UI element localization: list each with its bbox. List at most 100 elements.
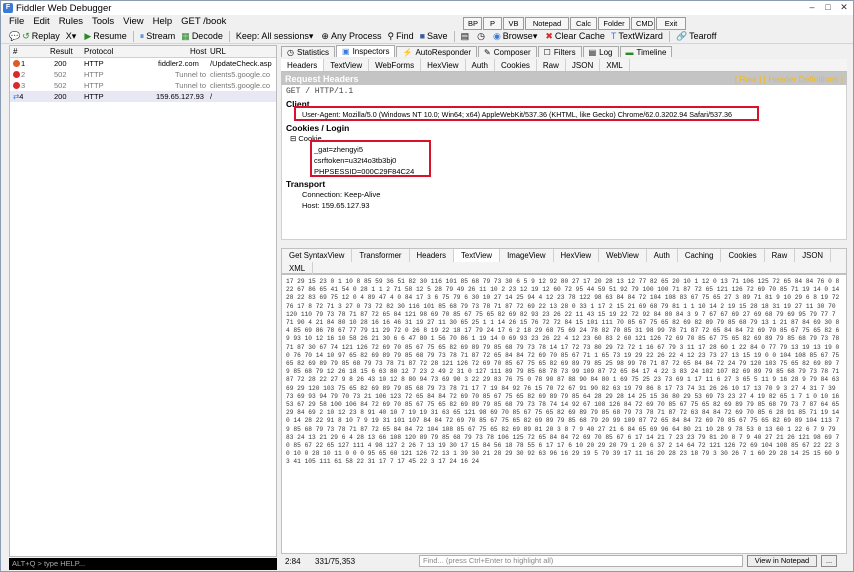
req-tab-json[interactable]: JSON: [566, 59, 601, 71]
col-number[interactable]: #: [13, 47, 17, 56]
menu-rules[interactable]: Rules: [59, 16, 83, 27]
any-process-button[interactable]: ⊕ Any Process: [321, 31, 381, 42]
resp-tab-raw[interactable]: Raw: [765, 249, 796, 262]
req-tab-cookies[interactable]: Cookies: [495, 59, 537, 71]
session-row[interactable]: 3 502 HTTP Tunnel to clients5.google.co: [10, 80, 276, 91]
textwizard-button[interactable]: T TextWizard: [611, 31, 663, 41]
menu-tools[interactable]: Tools: [92, 16, 114, 27]
view-in-notepad-button[interactable]: View in Notepad: [747, 555, 817, 567]
resp-tab-transformer[interactable]: Transformer: [352, 249, 410, 262]
section-transport: Transport: [286, 179, 326, 189]
response-tabs: Get SyntaxView Transformer Headers TextV…: [281, 248, 847, 275]
stream-label: Stream: [146, 31, 176, 41]
response-text-body[interactable]: 17 29 15 23 0 1 10 8 85 59 36 51 82 30 1…: [281, 274, 847, 554]
checkbox-icon: ☐: [543, 47, 551, 57]
resp-tab-webview[interactable]: WebView: [599, 249, 647, 262]
resp-tab-json[interactable]: JSON: [795, 249, 832, 262]
menu-file[interactable]: File: [9, 16, 24, 27]
req-tab-textview[interactable]: TextView: [324, 59, 370, 71]
request-headers-title: Request Headers: [285, 73, 359, 84]
inspector-pane: ◷ Statistics ▣ Inspectors ⚡ AutoResponder ✎…: [281, 45, 847, 570]
keep-sessions-dropdown[interactable]: Keep: All sessions ▾: [236, 31, 316, 42]
maximize-icon[interactable]: □: [821, 2, 835, 13]
req-tab-xml[interactable]: XML: [600, 59, 630, 71]
text-icon: T: [610, 31, 617, 41]
tab-log[interactable]: ▤ Log: [582, 46, 619, 57]
tab-statistics[interactable]: ◷ Statistics: [281, 46, 335, 57]
menu-get-book[interactable]: GET /book: [181, 16, 226, 27]
tab-label: Log: [599, 47, 613, 57]
inspector-tabs: ◷ Statistics ▣ Inspectors ⚡ AutoResponder ✎…: [281, 45, 847, 57]
minimize-icon[interactable]: –: [805, 2, 819, 13]
stream-button[interactable]: ⏸ Stream: [140, 31, 176, 42]
session-row[interactable]: 1 200 HTTP fiddler2.com /UpdateCheck.asp: [10, 58, 276, 69]
find-button[interactable]: ⚲ Find: [388, 31, 414, 42]
log-icon: ▤: [588, 47, 597, 57]
timer-button[interactable]: ◷: [477, 31, 487, 42]
vertical-scrollbar[interactable]: [847, 45, 853, 570]
tab-inspectors[interactable]: ▣ Inspectors: [336, 45, 396, 57]
session-row[interactable]: 2 502 HTTP Tunnel to clients5.google.co: [10, 69, 276, 80]
chevron-down-icon: ▾: [532, 30, 538, 41]
req-tab-hexview[interactable]: HexView: [421, 59, 466, 71]
req-tab-auth[interactable]: Auth: [466, 59, 495, 71]
play-icon: ▶: [84, 30, 92, 41]
request-tabs: Headers TextView WebForms HexView Auth C…: [281, 59, 847, 72]
session-protocol: HTTP: [84, 59, 104, 68]
col-url[interactable]: URL: [210, 47, 226, 56]
resume-button[interactable]: ▶ Resume: [84, 31, 126, 42]
resp-tab-imageview[interactable]: ImageView: [500, 249, 554, 262]
tab-label: Inspectors: [352, 47, 390, 56]
save-label: Save: [427, 31, 448, 41]
response-status-bar: 2:84 331/75,353 Find... (press Ctrl+Ente…: [281, 554, 847, 568]
find-input[interactable]: Find... (press Ctrl+Enter to highlight a…: [419, 555, 743, 567]
tab-composer[interactable]: ✎ Composer: [478, 46, 537, 57]
inspect-icon: ▣: [342, 47, 350, 56]
req-tab-webforms[interactable]: WebForms: [369, 59, 422, 71]
browse-button[interactable]: ◉ Browse ▾: [493, 31, 539, 42]
resp-tab-headers[interactable]: Headers: [410, 249, 454, 262]
resp-tab-caching[interactable]: Caching: [678, 249, 722, 262]
resp-tab-hexview[interactable]: HexView: [554, 249, 600, 262]
col-result[interactable]: Result: [50, 47, 73, 56]
chevron-down-icon: ▾: [71, 30, 77, 41]
sessions-list[interactable]: # Result Protocol Host URL 1 200 HTTP fi…: [9, 45, 277, 557]
menu-help[interactable]: Help: [153, 16, 173, 27]
tearoff-button[interactable]: 🔗 Tearoff: [676, 31, 717, 42]
request-line: GET / HTTP/1.1: [286, 87, 354, 96]
resp-tab-auth[interactable]: Auth: [647, 249, 678, 262]
req-tab-raw[interactable]: Raw: [537, 59, 566, 71]
menu-view[interactable]: View: [123, 16, 143, 27]
replay-button[interactable]: 💬 ↺ Replay: [9, 31, 60, 42]
highlight-cookies: [310, 140, 431, 177]
resp-tab-textview[interactable]: TextView: [454, 249, 501, 262]
binoculars-icon: ⚲: [387, 30, 395, 41]
session-url: /UpdateCheck.asp: [210, 59, 272, 68]
col-protocol[interactable]: Protocol: [84, 47, 113, 56]
tab-autoresponder[interactable]: ⚡ AutoResponder: [396, 46, 478, 57]
browse-label: Browse: [502, 31, 533, 41]
more-button[interactable]: ...: [821, 555, 837, 567]
section-cookies: Cookies / Login: [286, 123, 350, 133]
col-host[interactable]: Host: [190, 47, 206, 56]
resp-tab-xml[interactable]: XML: [282, 262, 314, 275]
fiddler-logo-icon: F: [3, 3, 13, 13]
timer-icon: ◷: [477, 30, 485, 41]
close-icon[interactable]: ✕: [837, 2, 851, 13]
tab-filters[interactable]: ☐ Filters: [537, 46, 582, 57]
resp-tab-cookies[interactable]: Cookies: [721, 249, 765, 262]
resp-tab-syntaxview[interactable]: Get SyntaxView: [282, 249, 353, 262]
screenshot-button[interactable]: ▤: [461, 31, 472, 42]
session-result: 502: [54, 70, 67, 79]
session-row-selected[interactable]: ⇄4 200 HTTP 159.65.127.93 /: [10, 91, 276, 102]
quickexec-input[interactable]: ALT+Q > type HELP...: [9, 558, 277, 570]
header-links[interactable]: [ Raw ] [ Header Definitions ]: [735, 74, 843, 84]
remove-button[interactable]: X ▾: [66, 31, 79, 42]
tab-timeline[interactable]: ▬ Timeline: [619, 46, 673, 57]
decode-button[interactable]: ▦ Decode: [181, 31, 223, 42]
request-headers-bar: Request Headers [ Raw ] [ Header Definit…: [281, 72, 847, 85]
clear-cache-button[interactable]: ✖ Clear Cache: [545, 31, 605, 42]
req-tab-headers[interactable]: Headers: [281, 59, 325, 71]
menu-edit[interactable]: Edit: [33, 16, 49, 27]
save-button[interactable]: ■ Save: [420, 31, 448, 41]
